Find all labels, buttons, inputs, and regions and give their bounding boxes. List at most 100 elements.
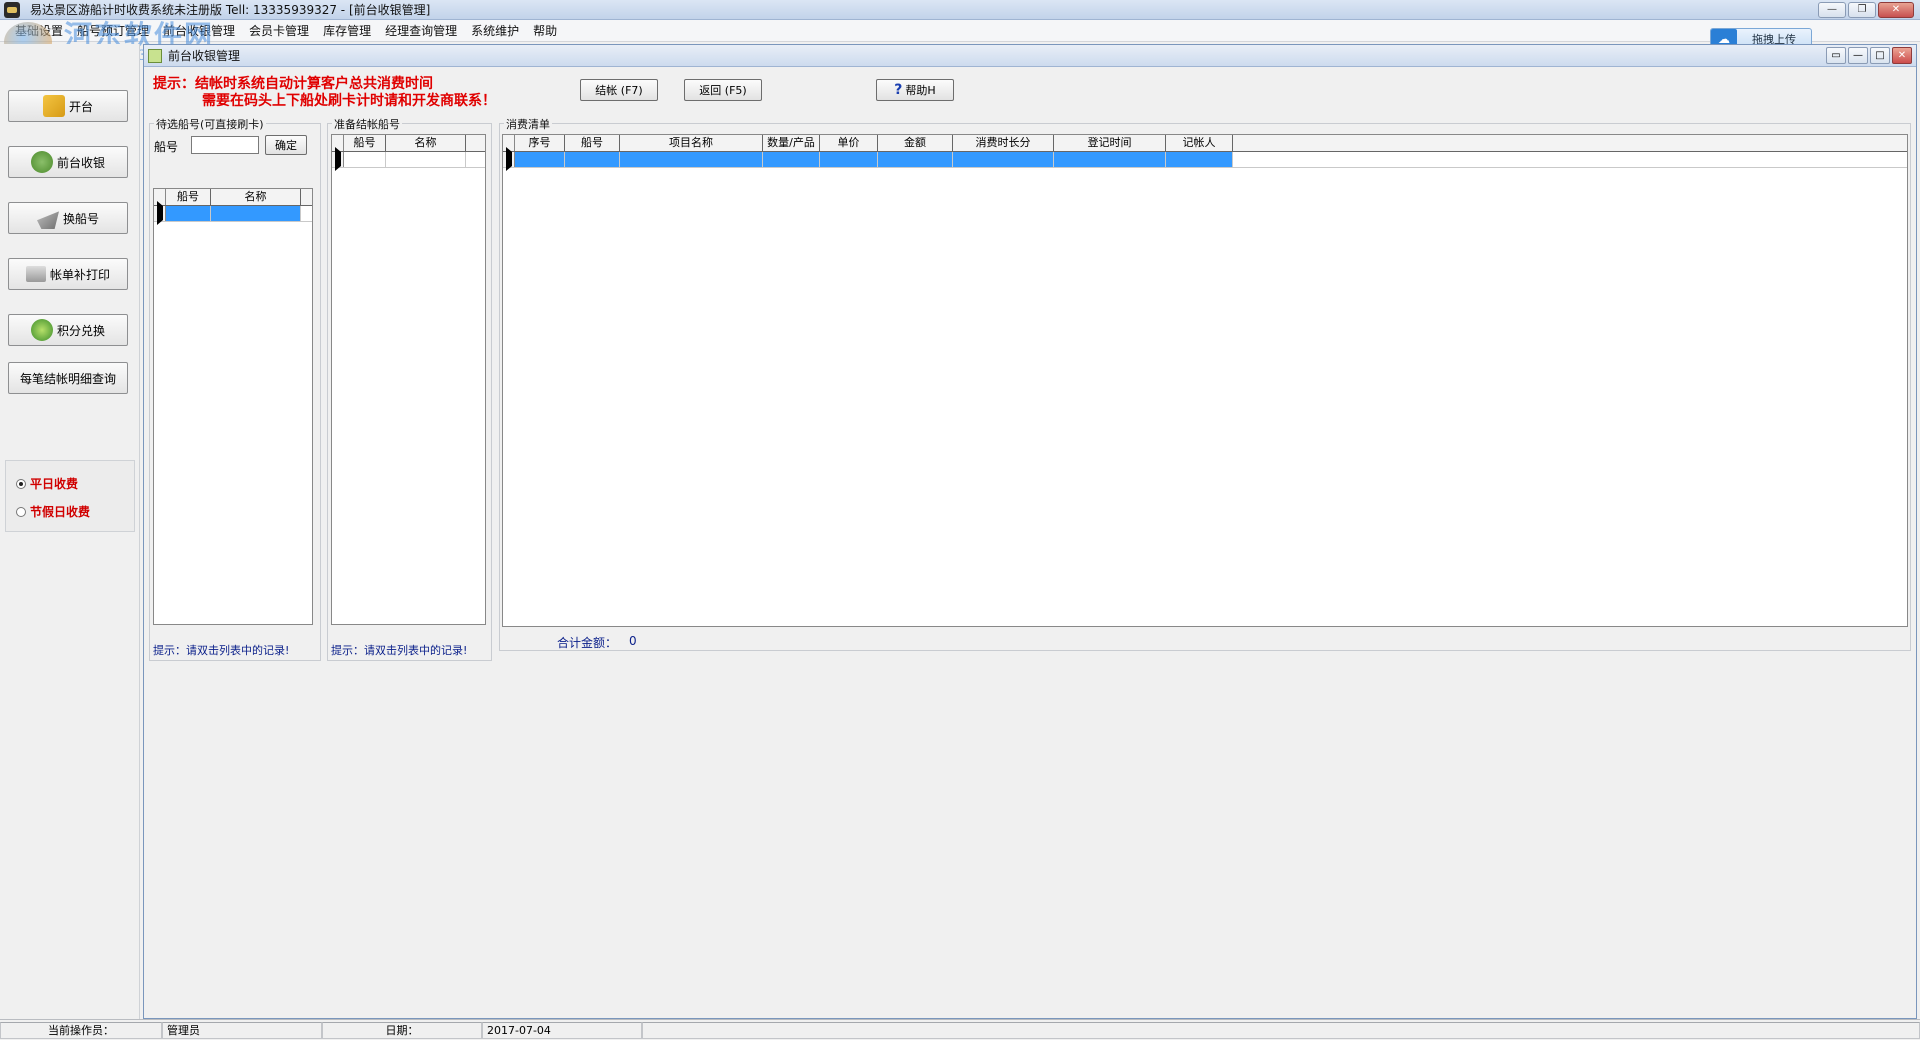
points-exchange-label: 积分兑换 [56, 323, 105, 338]
boat-number-input[interactable] [191, 136, 259, 154]
consumption-grid-header: 序号 船号 项目名称 数量/产品 单价 金额 消费时长分 登记时间 记帐人 [503, 135, 1907, 152]
child-minimize-button[interactable]: — [1848, 47, 1868, 64]
confirm-button[interactable]: 确定 [265, 135, 307, 155]
holiday-fee-label: 节假日收费 [30, 505, 91, 519]
row-pointer-icon [157, 201, 163, 225]
help-label: 帮助H [905, 84, 936, 97]
col-register-time[interactable]: 登记时间 [1054, 135, 1166, 151]
ready-grid-header: 船号 名称 [332, 135, 485, 152]
help-question-icon: ? [894, 82, 903, 98]
confirm-label: 确定 [275, 139, 297, 152]
app-icon [4, 1, 20, 18]
checkout-detail-query-button[interactable]: 每笔结帐明细查询 [8, 362, 128, 394]
open-table-button[interactable]: 开台 [8, 90, 128, 122]
col-amount[interactable]: 金额 [878, 135, 953, 151]
restore-button[interactable]: ❐ [1848, 2, 1876, 18]
menu-boat-booking[interactable]: 船号预订管理 [70, 22, 156, 39]
open-table-label: 开台 [68, 99, 93, 114]
col-boat-no[interactable]: 船号 [565, 135, 620, 151]
col-quantity[interactable]: 数量/产品 [763, 135, 820, 151]
ready-boats-grid[interactable]: 船号 名称 [331, 134, 486, 625]
boat-swap-icon [36, 211, 59, 229]
table-row[interactable] [154, 201, 312, 225]
holiday-fee-radio[interactable] [16, 506, 26, 517]
checkout-detail-query-label: 每笔结帐明细查询 [19, 371, 116, 386]
total-amount-value: 0 [629, 634, 637, 648]
close-button[interactable]: ✕ [1878, 2, 1914, 18]
points-icon [30, 319, 53, 341]
help-button[interactable]: ? 帮助H [876, 79, 954, 101]
consumption-grid[interactable]: 序号 船号 项目名称 数量/产品 单价 金额 消费时长分 登记时间 记帐人 [502, 134, 1908, 627]
minimize-button[interactable]: — [1818, 2, 1846, 18]
row-pointer-icon [335, 147, 341, 171]
ready-boats-legend: 准备结帐船号 [332, 116, 402, 132]
back-button[interactable]: 返回 (F5) [684, 79, 762, 101]
folder-icon [42, 95, 65, 117]
pending-boats-grid[interactable]: 船号 名称 [153, 188, 313, 625]
ready-hint: 提示：请双击列表中的记录! [331, 644, 468, 657]
change-boat-label: 换船号 [62, 211, 99, 226]
status-spacer [642, 1021, 1920, 1039]
ready-col-name[interactable]: 名称 [386, 135, 466, 151]
operator-label: 当前操作员： [0, 1021, 162, 1039]
child-window-title: 前台收银管理 [168, 49, 241, 63]
col-unit-price[interactable]: 单价 [820, 135, 878, 151]
change-boat-button[interactable]: 换船号 [8, 202, 128, 234]
pending-col-boat-no[interactable]: 船号 [166, 189, 211, 205]
fee-mode-group: 平日收费 节假日收费 [5, 460, 135, 532]
front-cashier-button[interactable]: 前台收银 [8, 146, 128, 178]
pending-col-name[interactable]: 名称 [211, 189, 301, 205]
child-window-controls: ▭ — □ ✕ [1826, 47, 1912, 64]
weekday-fee-label: 平日收费 [30, 477, 79, 491]
menu-bar: 基础设置 船号预订管理 前台收银管理 会员卡管理 库存管理 经理查询管理 系统维… [0, 20, 1920, 42]
weekday-fee-option[interactable]: 平日收费 [16, 475, 78, 492]
child-maximize-button[interactable]: □ [1870, 47, 1890, 64]
reprint-bill-button[interactable]: 帐单补打印 [8, 258, 128, 290]
ready-boats-group: 准备结帐船号 船号 名称 提示：请双击列表中的记录! [327, 116, 492, 661]
menu-basic-settings[interactable]: 基础设置 [8, 22, 70, 39]
window-title: 易达景区游船计时收费系统未注册版 Tell: 13335939327 - [前台… [30, 3, 431, 17]
total-amount-label: 合计金额： [557, 636, 618, 650]
menu-member-card[interactable]: 会员卡管理 [242, 22, 316, 39]
table-row[interactable] [332, 147, 485, 171]
consumption-group: 消费清单 序号 船号 项目名称 数量/产品 单价 金额 消费时长分 登记时间 记… [499, 116, 1911, 651]
holiday-fee-option[interactable]: 节假日收费 [16, 503, 90, 520]
weekday-fee-radio[interactable] [16, 478, 26, 489]
menu-help[interactable]: 帮助 [526, 22, 564, 39]
child-close-button[interactable]: ✕ [1892, 47, 1912, 64]
back-label: 返回 (F5) [699, 84, 747, 97]
operator-value: 管理员 [162, 1021, 322, 1039]
pending-boats-group: 待选船号(可直接刷卡) 船号 确定 船号 名称 提示：请双击列表中的记录! [149, 116, 321, 661]
points-exchange-button[interactable]: 积分兑换 [8, 314, 128, 346]
pending-boats-legend: 待选船号(可直接刷卡) [154, 116, 266, 132]
child-restore-button[interactable]: ▭ [1826, 47, 1846, 64]
menu-manager-query[interactable]: 经理查询管理 [378, 22, 464, 39]
date-label: 日期： [322, 1021, 482, 1039]
row-pointer-icon [506, 147, 512, 171]
menu-inventory[interactable]: 库存管理 [316, 22, 378, 39]
window-controls: — ❐ ✕ [1818, 2, 1914, 18]
boat-number-label: 船号 [154, 140, 179, 154]
pending-hint: 提示：请双击列表中的记录! [153, 644, 290, 657]
date-value: 2017-07-04 [482, 1021, 642, 1039]
col-duration[interactable]: 消费时长分 [953, 135, 1054, 151]
left-sidebar: 开台 前台收银 换船号 帐单补打印 积分兑换 每笔结帐明细查询 平日收费 节假日… [0, 44, 140, 1019]
printer-icon [25, 266, 46, 282]
form-icon [148, 48, 162, 63]
checkout-button[interactable]: 结帐 (F7) [580, 79, 658, 101]
checkout-label: 结帐 (F7) [595, 84, 643, 97]
col-seq[interactable]: 序号 [515, 135, 565, 151]
title-bar: 易达景区游船计时收费系统未注册版 Tell: 13335939327 - [前台… [0, 0, 1920, 20]
consumption-legend: 消费清单 [504, 116, 552, 132]
ready-col-boat-no[interactable]: 船号 [344, 135, 386, 151]
menu-system-maintenance[interactable]: 系统维护 [464, 22, 526, 39]
money-bag-icon [30, 151, 53, 173]
front-cashier-label: 前台收银 [56, 155, 105, 170]
table-row[interactable] [503, 147, 1907, 171]
app-window: 易达景区游船计时收费系统未注册版 Tell: 13335939327 - [前台… [0, 0, 1920, 1040]
menu-front-cashier[interactable]: 前台收银管理 [156, 22, 242, 39]
col-recorder[interactable]: 记帐人 [1166, 135, 1233, 151]
col-item-name[interactable]: 项目名称 [620, 135, 763, 151]
front-cashier-window: 前台收银管理 ▭ — □ ✕ 提示：结帐时系统自动计算客户总共消费时间 需要在码… [143, 44, 1917, 1019]
status-bar: 当前操作员： 管理员 日期： 2017-07-04 [0, 1019, 1920, 1040]
